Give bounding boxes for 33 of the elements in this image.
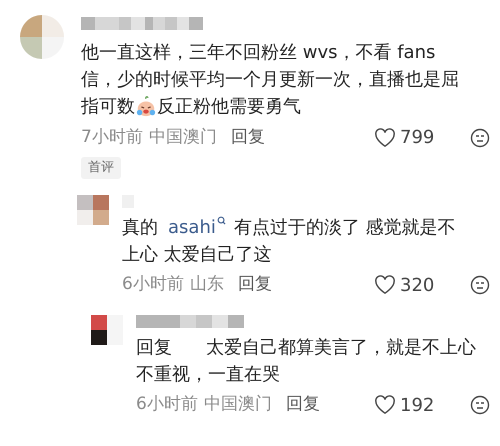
location: 中国澳门: [148, 126, 217, 149]
comment-text: 太爱自己都算美言了，就是不上心: [206, 336, 476, 360]
like-count: 320: [400, 274, 436, 298]
search-icon: [216, 216, 226, 224]
comment-text: 他一直这样，三年不回粉丝 wvs，不看 fans: [81, 41, 436, 65]
neutral-face-icon[interactable]: [470, 128, 490, 148]
heart-icon[interactable]: [374, 128, 396, 148]
reply-button[interactable]: 回复: [230, 124, 265, 150]
timestamp: 7小时前: [81, 126, 143, 149]
crying-face-icon: [135, 96, 157, 118]
mention-link[interactable]: asahi: [168, 214, 226, 240]
location: 山东: [190, 273, 224, 296]
reply-button[interactable]: 回复: [238, 272, 272, 298]
comment-text: 反正粉他需要勇气: [157, 95, 301, 119]
comment-text: 回复: [136, 336, 172, 360]
comment-text: 上心 太爱自己了这: [122, 242, 272, 266]
like-count: 192: [400, 394, 436, 418]
first-comment-badge: 首评: [81, 157, 121, 178]
comment-text: 指可数: [81, 95, 135, 119]
neutral-face-icon[interactable]: [470, 275, 490, 295]
heart-icon[interactable]: [374, 395, 396, 415]
timestamp: 6小时前: [122, 273, 184, 296]
location: 中国澳门: [204, 393, 272, 416]
like-count: 799: [400, 126, 436, 150]
avatar[interactable]: [91, 314, 123, 344]
comment-text: 真的: [122, 216, 158, 240]
neutral-face-icon[interactable]: [470, 395, 490, 415]
reply-button[interactable]: 回复: [286, 392, 320, 418]
comment-text: 信，少的时候平均一个月更新一次，直播也是屈: [81, 68, 459, 92]
comment-text: 不重视，一直在哭: [136, 362, 280, 386]
heart-icon[interactable]: [374, 275, 396, 295]
timestamp: 6小时前: [136, 393, 198, 416]
comment-text: 有点过于的淡了 感觉就是不: [234, 216, 456, 240]
